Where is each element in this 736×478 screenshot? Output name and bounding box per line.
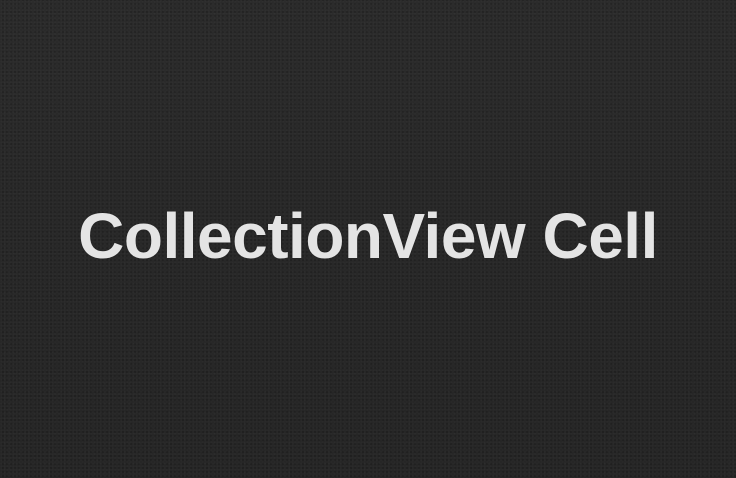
collection-view-cell[interactable]: CollectionView Cell bbox=[0, 0, 736, 478]
cell-title-label: CollectionView Cell bbox=[78, 200, 658, 272]
